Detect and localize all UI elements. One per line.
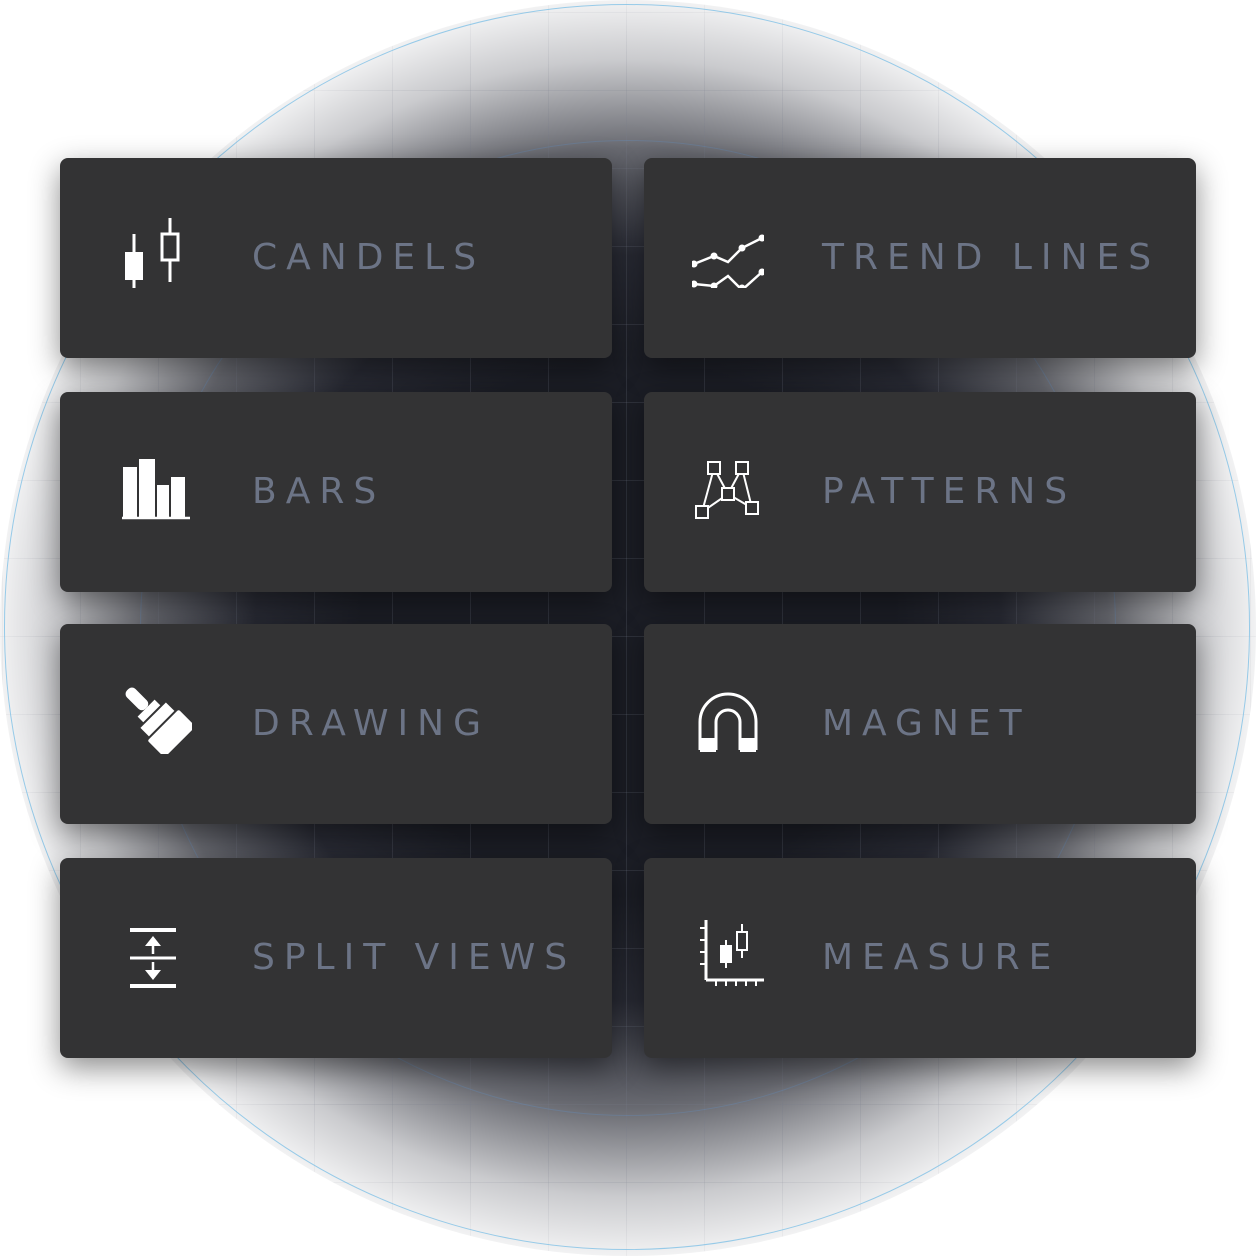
tool-menu-stage: CANDELS TREND LINES BARS PATTERNS DRAWIN… — [0, 0, 1256, 1256]
card-bars[interactable]: BARS — [60, 392, 612, 592]
card-label: MAGNET — [822, 703, 1031, 744]
measure-chart-icon — [692, 916, 764, 988]
card-trend-lines[interactable]: TREND LINES — [644, 158, 1196, 358]
card-label: DRAWING — [252, 703, 490, 744]
pattern-nodes-icon — [692, 450, 764, 522]
card-label: PATTERNS — [822, 471, 1077, 512]
card-patterns[interactable]: PATTERNS — [644, 392, 1196, 592]
trend-lines-icon — [692, 216, 764, 288]
card-magnet[interactable]: MAGNET — [644, 624, 1196, 824]
card-measure[interactable]: MEASURE — [644, 858, 1196, 1058]
card-label: TREND LINES — [822, 237, 1161, 278]
paintbrush-icon — [120, 682, 192, 754]
card-label: SPLIT VIEWS — [252, 937, 577, 978]
card-candels[interactable]: CANDELS — [60, 158, 612, 358]
bar-chart-icon — [120, 450, 192, 522]
split-views-icon — [120, 916, 192, 988]
card-label: MEASURE — [822, 937, 1061, 978]
card-label: BARS — [252, 471, 386, 512]
magnet-icon — [692, 682, 764, 754]
card-label: CANDELS — [252, 237, 486, 278]
candlestick-icon — [120, 216, 192, 288]
card-drawing[interactable]: DRAWING — [60, 624, 612, 824]
card-split-views[interactable]: SPLIT VIEWS — [60, 858, 612, 1058]
